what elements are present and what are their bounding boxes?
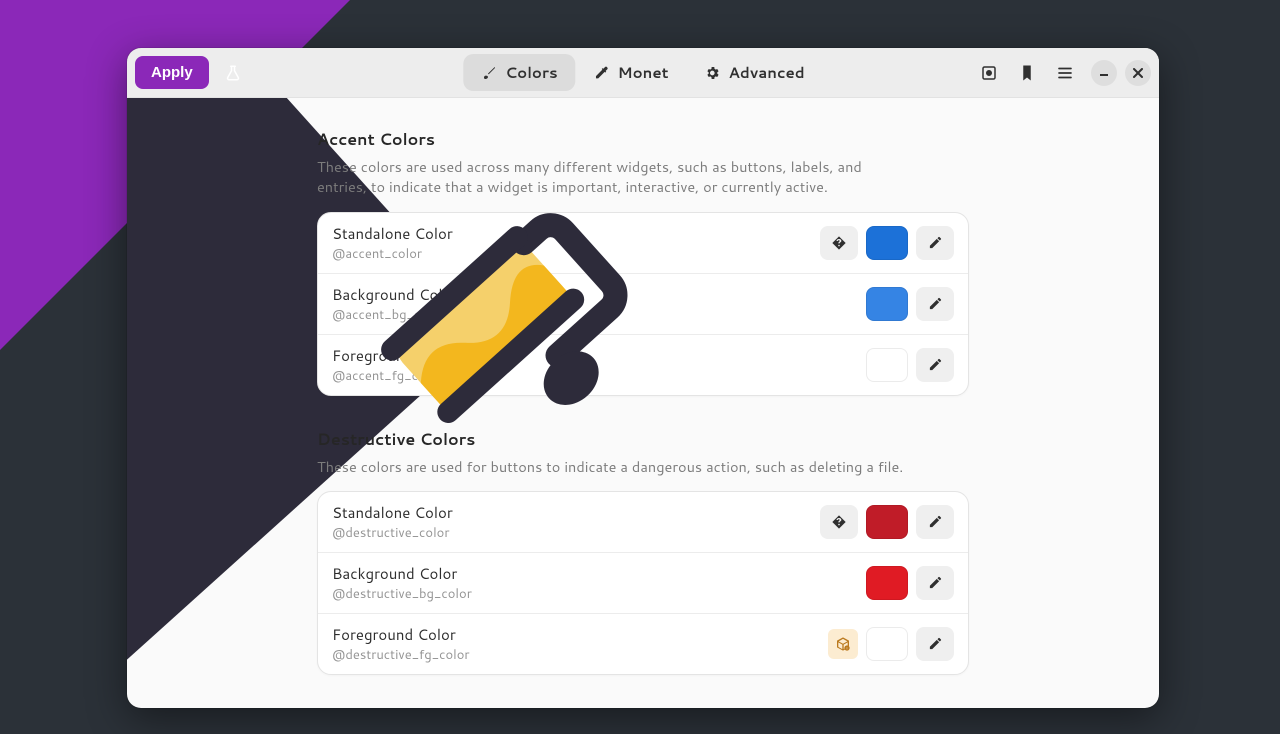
tab-advanced[interactable]: Advanced [687,54,823,91]
app-window: Apply Colors Monet Advanced [127,48,1159,708]
edit-button[interactable] [916,627,954,661]
row-subtitle: @destructive_bg_color [332,585,866,603]
question-icon [831,235,847,251]
layers-icon [980,64,998,82]
destructive-foreground-row: Foreground Color @destructive_fg_color i [318,614,968,674]
row-title: Foreground Color [332,624,828,645]
flatpak-badge[interactable]: i [828,629,858,659]
row-title: Background Color [332,563,866,584]
presets-button[interactable] [971,55,1007,91]
palette-button[interactable] [1009,55,1045,91]
row-subtitle: @destructive_color [332,524,820,542]
section-desc-destructive: These colors are used for buttons to ind… [317,457,907,477]
question-icon [831,514,847,530]
eyedropper-icon [594,65,610,81]
color-swatch[interactable] [866,348,908,382]
tab-monet[interactable]: Monet [576,54,687,91]
edit-button[interactable] [916,505,954,539]
info-button[interactable] [820,505,858,539]
package-icon: i [835,636,851,652]
apply-button[interactable]: Apply [135,56,209,89]
row-subtitle: @accent_fg_color [332,367,866,385]
gear-icon [705,65,721,81]
pencil-icon [928,514,943,529]
row-title: Foreground Color [332,345,866,366]
pencil-icon [928,235,943,250]
color-swatch[interactable] [866,505,908,539]
edit-button[interactable] [916,566,954,600]
menu-button[interactable] [1047,55,1083,91]
row-subtitle: @accent_bg_color [332,306,866,324]
destructive-background-row: Background Color @destructive_bg_color [318,553,968,614]
accent-standalone-row: Standalone Color @accent_color [318,213,968,274]
beaker-icon-button[interactable] [215,55,251,91]
pencil-icon [928,357,943,372]
minimize-icon [1099,68,1109,78]
row-title: Standalone Color [332,502,820,523]
info-button[interactable] [820,226,858,260]
tab-switcher: Colors Monet Advanced [463,54,822,91]
pencil-icon [928,575,943,590]
tab-colors[interactable]: Colors [463,54,575,91]
pencil-icon [928,296,943,311]
pencil-icon [928,636,943,651]
tab-colors-label: Colors [505,62,557,83]
tab-advanced-label: Advanced [729,62,805,83]
edit-button[interactable] [916,226,954,260]
close-icon [1133,68,1143,78]
color-swatch[interactable] [866,566,908,600]
edit-button[interactable] [916,287,954,321]
section-desc-accent: These colors are used across many differ… [317,157,907,198]
destructive-card: Standalone Color @destructive_color Back… [317,491,969,675]
color-swatch[interactable] [866,226,908,260]
row-subtitle: @destructive_fg_color [332,646,828,664]
close-button[interactable] [1125,60,1151,86]
tab-monet-label: Monet [618,62,669,83]
content-area: Accent Colors These colors are used acro… [127,98,1159,708]
hamburger-icon [1056,64,1074,82]
color-swatch[interactable] [866,287,908,321]
beaker-icon [224,64,242,82]
header-bar: Apply Colors Monet Advanced [127,48,1159,98]
accent-foreground-row: Foreground Color @accent_fg_color [318,335,968,395]
accent-background-row: Background Color @accent_bg_color [318,274,968,335]
brush-icon [481,65,497,81]
accent-card: Standalone Color @accent_color Backgroun… [317,212,969,396]
color-swatch[interactable] [866,627,908,661]
section-title-accent: Accent Colors [317,128,969,151]
row-title: Background Color [332,284,866,305]
palette-icon [1018,64,1036,82]
row-title: Standalone Color [332,223,820,244]
section-title-destructive: Destructive Colors [317,428,969,451]
destructive-standalone-row: Standalone Color @destructive_color [318,492,968,553]
row-subtitle: @accent_color [332,245,820,263]
edit-button[interactable] [916,348,954,382]
minimize-button[interactable] [1091,60,1117,86]
